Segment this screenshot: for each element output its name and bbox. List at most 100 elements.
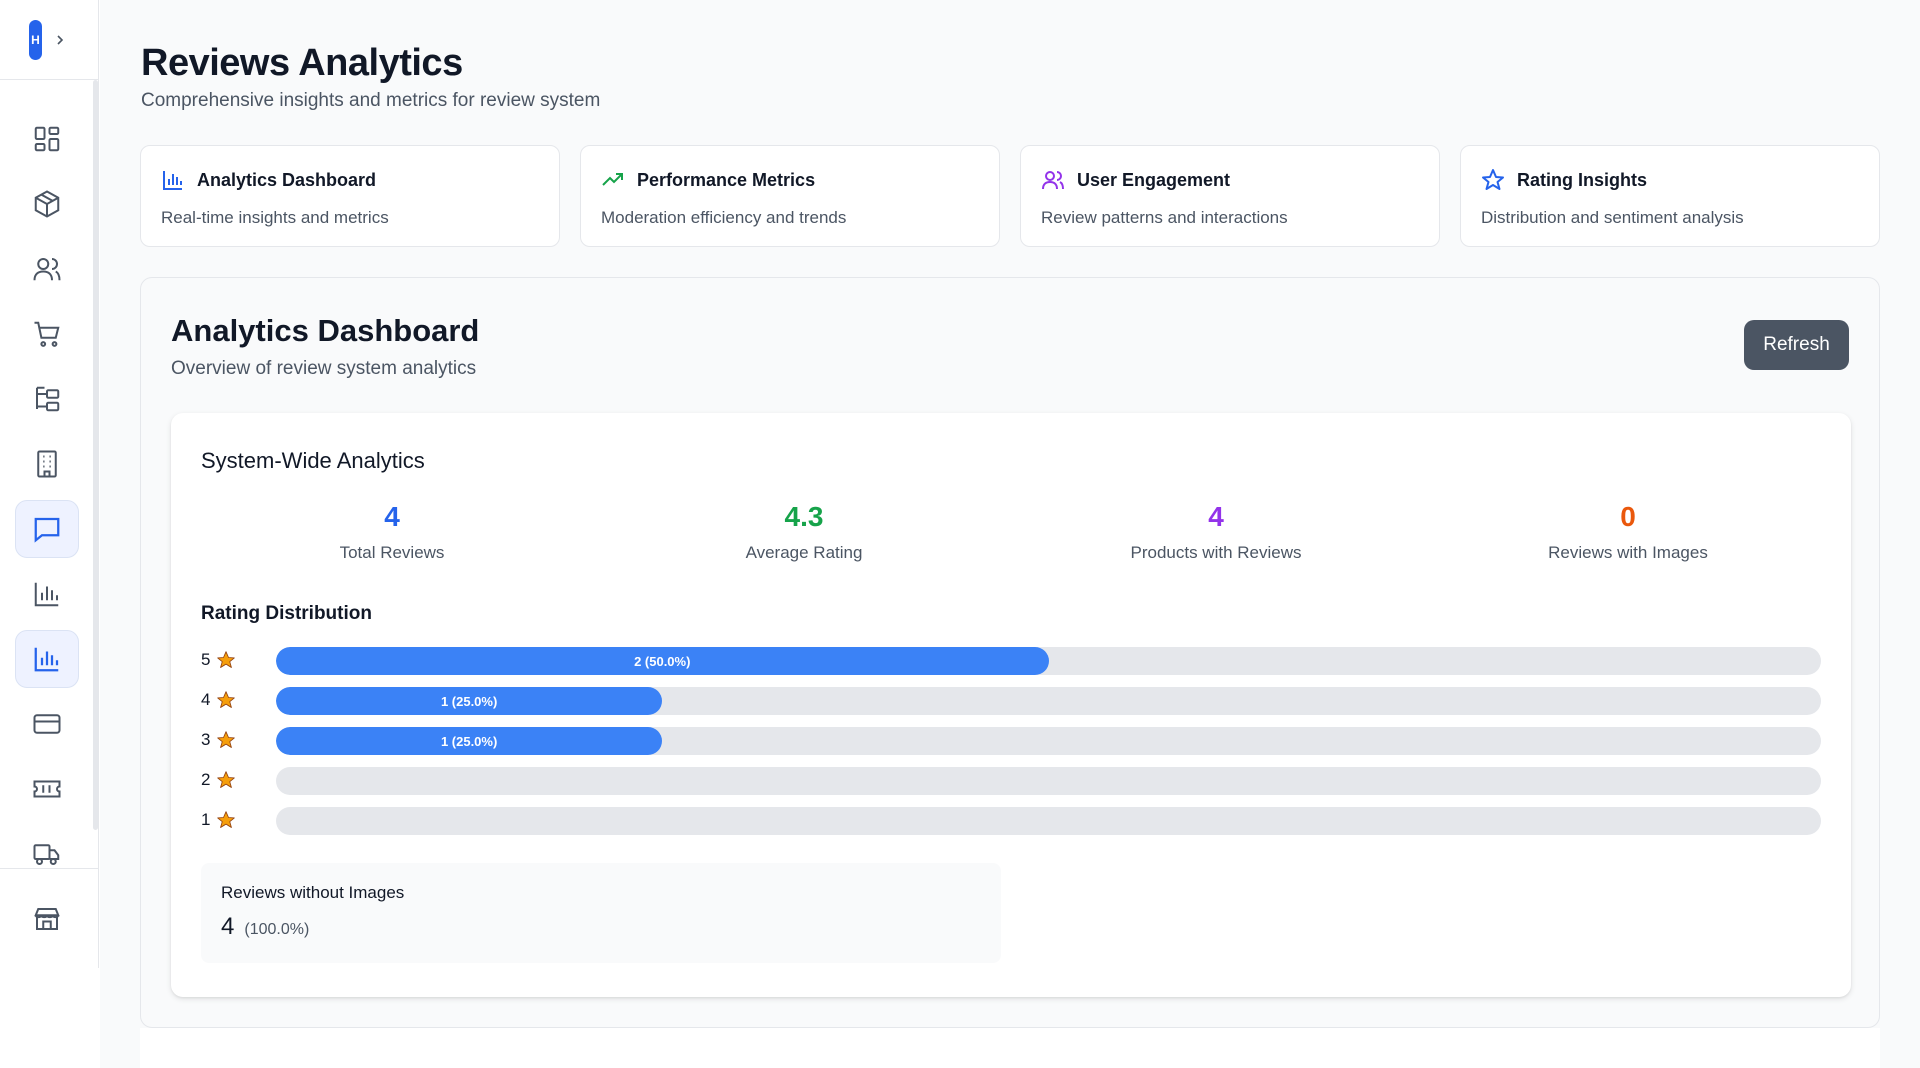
sidebar-item-reports[interactable]: [15, 565, 79, 623]
distribution-row: 4 1 (25.0%): [201, 686, 1821, 716]
rating-bar-fill: 1 (25.0%): [276, 687, 663, 715]
sidebar-header: H: [0, 0, 98, 80]
star-icon: [217, 731, 236, 748]
feature-description: Distribution and sentiment analysis: [1481, 208, 1744, 227]
distribution-row: 1: [201, 806, 1821, 836]
stat-value: 0: [1620, 501, 1636, 532]
dashboard-title: Analytics Dashboard: [171, 313, 480, 348]
rating-label: 2: [201, 770, 236, 790]
feature-card-performance[interactable]: Performance Metrics Moderation efficienc…: [580, 145, 1000, 247]
feature-description: Review patterns and interactions: [1041, 208, 1288, 227]
rating-bar-track: [276, 807, 1821, 835]
dashboard-icon: [34, 126, 60, 152]
distribution-title: Rating Distribution: [201, 603, 372, 624]
cart-icon: [34, 321, 60, 347]
sidebar-item-users[interactable]: [15, 240, 79, 298]
trending-up-icon: [602, 173, 623, 186]
rating-label: 3: [201, 730, 236, 750]
star-icon: [217, 691, 236, 708]
feature-title: User Engagement: [1077, 169, 1231, 190]
stat-value: 4.3: [784, 501, 824, 532]
rating-stars-count: 4: [201, 690, 211, 709]
reviews-without-images: Reviews without Images 4 (100.0%): [201, 863, 1001, 963]
stat-value: 4: [1208, 501, 1224, 532]
feature-card-rating[interactable]: Rating Insights Distribution and sentime…: [1460, 145, 1880, 247]
rating-stars-count: 2: [201, 770, 211, 789]
main-content: Reviews Analytics Comprehensive insights…: [100, 0, 1920, 1068]
stat-label: Total Reviews: [339, 543, 445, 562]
star-icon: [217, 771, 236, 788]
category-tree-icon: [36, 386, 60, 412]
rating-stars-count: 5: [201, 650, 211, 669]
rating-label: 4: [201, 690, 236, 710]
section-title: System-Wide Analytics: [201, 448, 425, 473]
bar-chart-icon: [34, 582, 59, 607]
page-subtitle: Comprehensive insights and metrics for r…: [141, 90, 601, 111]
sidebar: H: [0, 0, 99, 968]
page-footer-area: [140, 1028, 1880, 1068]
no-images-count: 4: [221, 913, 235, 940]
feature-card-analytics[interactable]: Analytics Dashboard Real-time insights a…: [140, 145, 560, 247]
sidebar-item-orders[interactable]: [15, 305, 79, 363]
sidebar-item-dashboard[interactable]: [15, 110, 79, 168]
credit-card-icon: [33, 714, 61, 734]
feature-description: Moderation efficiency and trends: [601, 208, 847, 227]
distribution-row: 5 2 (50.0%): [201, 646, 1821, 676]
bar-chart-icon: [163, 171, 182, 190]
rating-bar-track: 1 (25.0%): [276, 687, 1821, 715]
message-icon: [34, 517, 60, 543]
star-icon: [1482, 169, 1504, 190]
no-images-label: Reviews without Images: [221, 883, 405, 902]
stat-value: 4: [384, 501, 400, 532]
rating-stars-count: 3: [201, 730, 211, 749]
system-analytics-panel: System-Wide Analytics 4 Total Reviews 4.…: [171, 413, 1851, 997]
sidebar-item-products[interactable]: [15, 175, 79, 233]
rating-bar-track: 2 (50.0%): [276, 647, 1821, 675]
feature-title: Rating Insights: [1517, 169, 1647, 190]
sidebar-item-store[interactable]: [15, 890, 79, 948]
sidebar-item-shipping[interactable]: [15, 825, 79, 883]
brand-logo[interactable]: H: [29, 19, 42, 60]
feature-card-engagement[interactable]: User Engagement Review patterns and inte…: [1020, 145, 1440, 247]
sidebar-item-payments[interactable]: [15, 695, 79, 753]
box-icon: [34, 190, 60, 218]
truck-icon: [33, 844, 60, 865]
sidebar-divider: [0, 868, 99, 869]
rating-bar-fill: 2 (50.0%): [276, 647, 1049, 675]
bar-chart-icon: [34, 647, 59, 672]
store-icon: [34, 908, 60, 930]
stat-average-rating: 4.3 Average Rating: [674, 501, 934, 563]
rating-bar-track: [276, 767, 1821, 795]
stat-products-with-reviews: 4 Products with Reviews: [1086, 501, 1346, 563]
sidebar-item-vendors[interactable]: [15, 435, 79, 493]
star-icon: [217, 651, 236, 668]
distribution-row: 2: [201, 766, 1821, 796]
sidebar-item-coupons[interactable]: [15, 760, 79, 818]
rating-label: 5: [201, 650, 236, 670]
no-images-percent: (100.0%): [244, 921, 310, 938]
rating-bar-fill: 1 (25.0%): [276, 727, 663, 755]
users-icon: [33, 258, 61, 281]
feature-description: Real-time insights and metrics: [161, 208, 389, 227]
stat-label: Reviews with Images: [1548, 543, 1708, 562]
refresh-button[interactable]: Refresh: [1744, 320, 1849, 370]
stat-reviews-with-images: 0 Reviews with Images: [1498, 501, 1758, 563]
stat-label: Products with Reviews: [1130, 543, 1302, 562]
building-icon: [37, 450, 57, 478]
sidebar-item-analytics[interactable]: [15, 630, 79, 688]
rating-label: 1: [201, 810, 236, 830]
ticket-icon: [33, 780, 61, 798]
stat-total-reviews: 4 Total Reviews: [262, 501, 522, 563]
rating-stars-count: 1: [201, 810, 211, 829]
sidebar-item-categories[interactable]: [15, 370, 79, 428]
feature-title: Analytics Dashboard: [197, 169, 377, 190]
star-icon: [217, 811, 236, 828]
stat-label: Average Rating: [745, 543, 863, 562]
sidebar-scrollbar[interactable]: [93, 80, 98, 830]
rating-bar-track: 1 (25.0%): [276, 727, 1821, 755]
feature-title: Performance Metrics: [637, 169, 816, 190]
chevron-right-icon[interactable]: [54, 34, 66, 46]
sidebar-item-reviews[interactable]: [15, 500, 79, 558]
distribution-row: 3 1 (25.0%): [201, 726, 1821, 756]
page-title: Reviews Analytics: [141, 42, 463, 84]
